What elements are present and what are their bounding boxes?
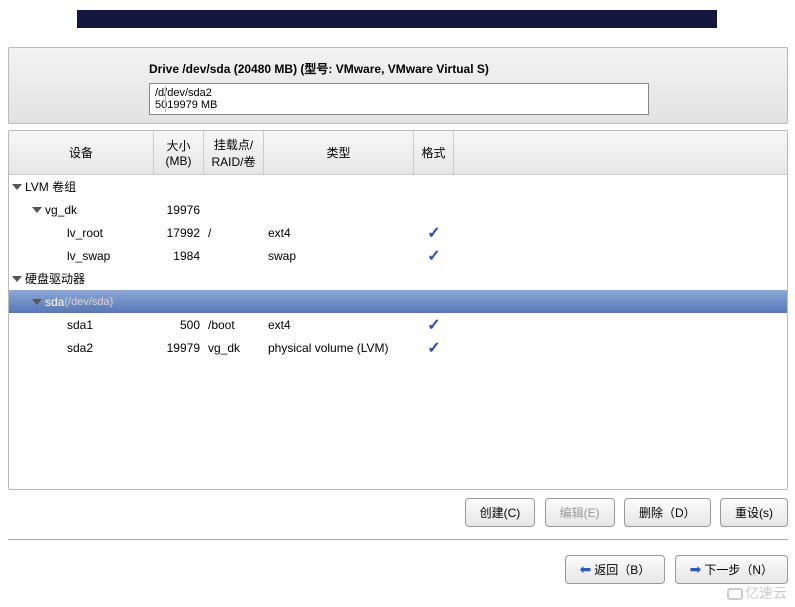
row-sda1[interactable]: sda1 500 /boot ext4 ✓ <box>9 313 787 336</box>
back-button[interactable]: ⬅返回（B） <box>565 555 666 584</box>
drive-title: Drive /dev/sda (20480 MB) (型号: VMware, V… <box>149 60 647 77</box>
partition-table: 设备 大小 (MB) 挂载点/ RAID/卷 类型 格式 LVM 卷组 vg_d… <box>8 130 788 490</box>
col-format[interactable]: 格式 <box>414 131 454 174</box>
group-hdd[interactable]: 硬盘驱动器 <box>9 267 787 290</box>
expand-icon[interactable] <box>32 207 42 213</box>
create-button[interactable]: 创建(C) <box>465 498 536 527</box>
cloud-icon <box>727 588 743 600</box>
arrow-left-icon: ⬅ <box>580 561 592 577</box>
nav-buttons: ⬅返回（B） ➡下一步（N） <box>8 555 788 584</box>
expand-icon[interactable] <box>32 299 42 305</box>
table-body: LVM 卷组 vg_dk 19976 lv_root 17992 / ext4 … <box>9 175 787 359</box>
drive-summary-panel: Drive /dev/sda (20480 MB) (型号: VMware, V… <box>8 47 788 124</box>
row-lv-swap[interactable]: lv_swap 1984 swap ✓ <box>9 244 787 267</box>
watermark: 亿速云 <box>727 583 787 603</box>
group-lvm[interactable]: LVM 卷组 <box>9 175 787 198</box>
col-device[interactable]: 设备 <box>9 131 154 174</box>
row-sda2[interactable]: sda2 19979 vg_dk physical volume (LVM) ✓ <box>9 336 787 359</box>
check-icon: ✓ <box>427 248 440 265</box>
edit-button: 编辑(E) <box>545 498 615 527</box>
drive-box-line1: /d/dev/sda2 <box>155 87 643 99</box>
col-mount[interactable]: 挂载点/ RAID/卷 <box>204 131 264 174</box>
action-buttons: 创建(C) 编辑(E) 删除（D） 重设(s) <box>8 498 788 540</box>
expand-icon[interactable] <box>12 184 22 190</box>
row-sda[interactable]: sda (/dev/sda) <box>9 290 787 313</box>
drive-box-line2: 5019979 MB <box>155 99 643 111</box>
delete-button[interactable]: 删除（D） <box>624 498 711 527</box>
next-button[interactable]: ➡下一步（N） <box>675 555 788 584</box>
reset-button[interactable]: 重设(s) <box>720 498 788 527</box>
arrow-right-icon: ➡ <box>690 561 702 577</box>
check-icon: ✓ <box>427 225 440 242</box>
expand-icon[interactable] <box>12 276 22 282</box>
row-vg-dk[interactable]: vg_dk 19976 <box>9 198 787 221</box>
col-size[interactable]: 大小 (MB) <box>154 131 204 174</box>
col-type[interactable]: 类型 <box>264 131 414 174</box>
header-bar <box>77 10 717 28</box>
row-lv-root[interactable]: lv_root 17992 / ext4 ✓ <box>9 221 787 244</box>
check-icon: ✓ <box>427 317 440 334</box>
drive-partition-box: /d/dev/sda2 5019979 MB <box>149 83 649 115</box>
table-header: 设备 大小 (MB) 挂载点/ RAID/卷 类型 格式 <box>9 131 787 175</box>
check-icon: ✓ <box>427 340 440 357</box>
